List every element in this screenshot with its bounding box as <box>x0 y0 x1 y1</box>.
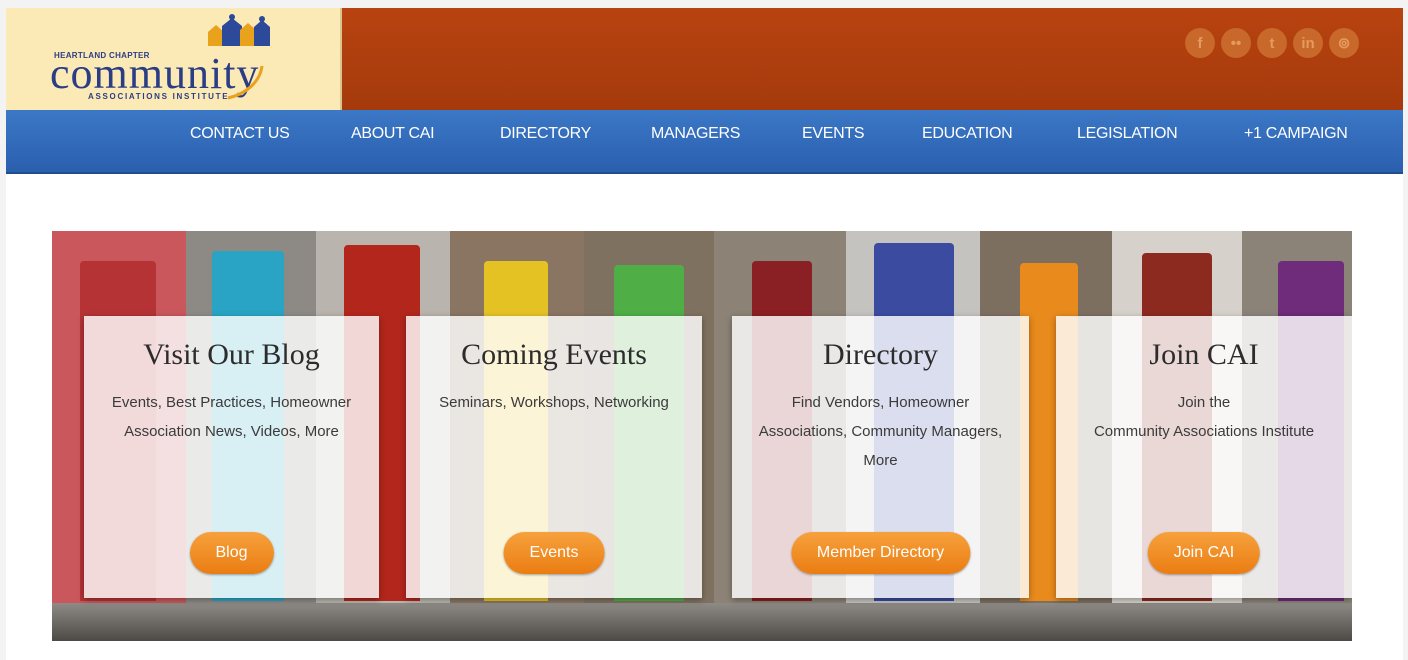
card-text-line: Seminars, Workshops, Networking <box>439 394 669 411</box>
nav-education[interactable]: EDUCATION <box>922 110 1013 158</box>
nav-legislation[interactable]: LEGISLATION <box>1077 110 1178 158</box>
page-frame: HEARTLAND CHAPTER community ASSOCIATIONS… <box>6 8 1403 660</box>
events-card: Coming Events Seminars, Workshops, Netwo… <box>406 316 702 598</box>
houses-logo-icon <box>208 14 270 46</box>
join-cai-button[interactable]: Join CAI <box>1147 532 1261 574</box>
nav-contact-us[interactable]: CONTACT US <box>190 110 290 158</box>
rss-icon[interactable]: ⊚ <box>1329 28 1359 58</box>
join-card: Join CAI Join the Community Associations… <box>1056 316 1352 598</box>
main-nav: CONTACT US ABOUT CAI DIRECTORY MANAGERS … <box>6 110 1403 174</box>
social-links: f •• t in ⊚ <box>1185 28 1359 58</box>
card-text-line: More <box>863 452 898 469</box>
linkedin-icon[interactable]: in <box>1293 28 1323 58</box>
blog-card: Visit Our Blog Events, Best Practices, H… <box>84 316 379 598</box>
nav-campaign[interactable]: +1 CAMPAIGN <box>1244 110 1348 158</box>
flickr-icon[interactable]: •• <box>1221 28 1251 58</box>
card-description: Find Vendors, Homeowner Associations, Co… <box>732 388 1029 475</box>
card-description: Seminars, Workshops, Networking <box>406 388 702 417</box>
directory-card: Directory Find Vendors, Homeowner Associ… <box>732 316 1029 598</box>
facebook-icon[interactable]: f <box>1185 28 1215 58</box>
events-button[interactable]: Events <box>503 532 605 574</box>
site-logo[interactable]: HEARTLAND CHAPTER community ASSOCIATIONS… <box>6 8 342 110</box>
card-text-line: Association News, Videos, More <box>124 423 339 440</box>
nav-directory[interactable]: DIRECTORY <box>500 110 591 158</box>
nav-about-cai[interactable]: ABOUT CAI <box>351 110 435 158</box>
logo-swoosh-icon <box>227 65 264 100</box>
card-description: Join the Community Associations Institut… <box>1056 388 1352 446</box>
twitter-icon[interactable]: t <box>1257 28 1287 58</box>
card-title: Visit Our Blog <box>143 338 320 371</box>
card-title: Coming Events <box>461 338 647 371</box>
card-title: Directory <box>823 338 938 371</box>
card-text-line: Events, Best Practices, Homeowner <box>111 394 352 411</box>
card-description: Events, Best Practices, Homeowner Associ… <box>84 388 379 446</box>
card-text-line: Associations, Community Managers, <box>758 423 1003 440</box>
nav-events[interactable]: EVENTS <box>802 110 865 158</box>
card-text-line: Community Associations Institute <box>1093 423 1315 440</box>
blog-button[interactable]: Blog <box>189 532 274 574</box>
nav-managers[interactable]: MANAGERS <box>651 110 740 158</box>
card-title: Join CAI <box>1149 338 1259 371</box>
logo-institute-text: ASSOCIATIONS INSTITUTE <box>88 92 230 101</box>
card-text-line: Join the <box>1177 394 1231 411</box>
card-text-line: Find Vendors, Homeowner <box>791 394 970 411</box>
hero-banner: Visit Our Blog Events, Best Practices, H… <box>52 231 1352 641</box>
sidewalk-image <box>52 603 1352 641</box>
header-bar: HEARTLAND CHAPTER community ASSOCIATIONS… <box>6 8 1403 110</box>
member-directory-button[interactable]: Member Directory <box>790 532 971 574</box>
